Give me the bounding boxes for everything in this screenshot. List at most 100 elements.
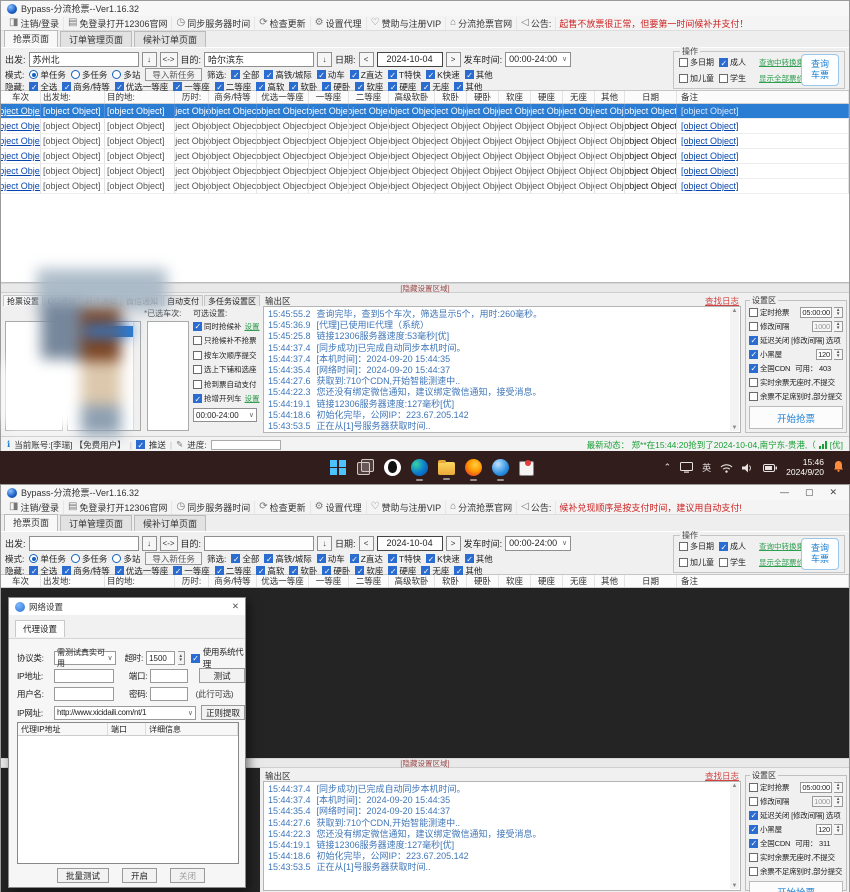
table-cell[interactable]: [object Object] <box>389 104 435 118</box>
column-header[interactable]: 优选一等座 <box>257 575 309 587</box>
scrollbar[interactable] <box>133 322 140 430</box>
system-proxy-checkbox[interactable] <box>191 654 200 663</box>
checkbox-icon[interactable] <box>289 566 298 575</box>
table-cell[interactable]: [object Object] <box>175 164 209 178</box>
table-cell[interactable]: [object Object] <box>175 179 209 193</box>
table-cell[interactable]: [object Object] <box>531 134 563 148</box>
table-cell[interactable]: [object Object] <box>595 149 625 163</box>
column-header[interactable]: 日期 <box>625 575 677 587</box>
table-cell[interactable]: [object Object] <box>389 149 435 163</box>
maximize-button[interactable]: ▢ <box>805 487 814 498</box>
blackroom-value[interactable]: 120 <box>816 824 832 835</box>
checkbox-icon[interactable] <box>749 867 758 876</box>
table-cell[interactable]: [object Object] <box>563 179 595 193</box>
table-cell[interactable]: [object Object] <box>435 134 467 148</box>
table-cell[interactable]: [object Object] <box>41 119 105 133</box>
radio-single-task[interactable]: 单任务 <box>29 69 66 81</box>
dialog-title-bar[interactable]: 网络设置 ✕ <box>9 598 245 615</box>
query-tickets-button[interactable]: 查询车票 <box>801 54 839 86</box>
checkbox-icon[interactable] <box>749 378 758 387</box>
dialog-close-icon[interactable]: ✕ <box>232 601 239 612</box>
checkbox-icon[interactable] <box>193 365 202 374</box>
from-input[interactable] <box>29 536 139 551</box>
bypass-app-icon[interactable] <box>519 461 534 476</box>
checkbox-icon[interactable] <box>749 322 758 331</box>
table-cell[interactable]: [object Object] <box>625 164 677 178</box>
swap-stations-button[interactable]: <-> <box>160 52 178 67</box>
checkbox-icon[interactable] <box>749 364 758 373</box>
column-header[interactable]: 硬卧 <box>467 91 499 103</box>
checkbox-icon[interactable] <box>388 70 397 79</box>
menu-item[interactable]: ▤ 免登录打开12306官网 <box>64 17 172 30</box>
radio-multi-task[interactable]: 多任务 <box>71 69 108 81</box>
table-cell[interactable]: [object Object] <box>209 164 257 178</box>
table-cell[interactable]: [object Object] <box>309 134 349 148</box>
option-settings-link[interactable]: 设置 <box>245 393 260 404</box>
partial-submit-row[interactable]: 余票不足席别时,部分提交 <box>749 864 843 878</box>
settings-tab[interactable]: 微信通知 <box>122 295 162 306</box>
train-type-filter[interactable]: 动车 <box>317 553 345 565</box>
menu-item[interactable]: ⟳ 检查更新 <box>255 17 310 30</box>
child-checkbox[interactable]: 加儿童 <box>679 73 715 84</box>
table-cell[interactable]: [object Object] <box>41 134 105 148</box>
spinner-icon[interactable]: ▲▼ <box>834 307 843 318</box>
radio-icon[interactable] <box>71 554 80 563</box>
blackroom-row[interactable]: 小黑屋120▲▼ <box>749 822 843 836</box>
date-input[interactable]: 2024-10-04 <box>377 536 443 551</box>
menu-item[interactable]: ◁ 公告: <box>517 501 556 514</box>
table-cell[interactable]: [object Object] <box>499 119 531 133</box>
qq-icon[interactable] <box>384 459 401 476</box>
column-header[interactable]: 高级软卧 <box>389 91 435 103</box>
checkbox-icon[interactable] <box>749 825 758 834</box>
checkbox-icon[interactable] <box>256 82 265 91</box>
start-button-icon[interactable] <box>330 459 347 476</box>
depart-time-select[interactable]: 00:00-24:00∨ <box>505 52 571 67</box>
spinner-icon[interactable]: ▲▼ <box>834 796 843 807</box>
radio-icon[interactable] <box>29 554 38 563</box>
blackroom-row[interactable]: 小黑屋120▲▼ <box>749 347 843 361</box>
column-header[interactable]: 其他 <box>595 575 625 587</box>
table-cell[interactable]: [object Object] <box>499 104 531 118</box>
table-cell[interactable]: [object Object] <box>1 104 41 118</box>
column-header[interactable]: 其他 <box>595 91 625 103</box>
proxy-column-header[interactable]: 端口 <box>108 723 146 735</box>
checkbox-icon[interactable] <box>749 308 758 317</box>
menu-item[interactable]: ◁ 公告: <box>517 17 556 30</box>
no-seat-row[interactable]: 实时余票无座时,不提交 <box>749 375 843 389</box>
checkbox-icon[interactable] <box>193 336 202 345</box>
wifi-icon[interactable] <box>720 463 733 473</box>
table-cell[interactable]: [object Object] <box>105 179 175 193</box>
column-header[interactable]: 历时: <box>175 575 209 587</box>
search-log-link[interactable]: 查找日志 <box>705 770 739 781</box>
table-cell[interactable]: [object Object] <box>677 134 849 148</box>
checkbox-icon[interactable] <box>749 783 758 792</box>
table-row[interactable]: [object Object][object Object][object Ob… <box>1 164 849 179</box>
table-cell[interactable]: [object Object] <box>105 134 175 148</box>
proxy-column-header[interactable]: 详细信息 <box>146 723 238 735</box>
search-log-link[interactable]: 查找日志 <box>705 295 739 306</box>
column-header[interactable]: 无座 <box>563 91 595 103</box>
table-cell[interactable]: [object Object] <box>209 149 257 163</box>
depart-time-select[interactable]: 00:00-24:00∨ <box>505 536 571 551</box>
table-cell[interactable]: [object Object] <box>257 104 309 118</box>
column-header[interactable]: 一等座 <box>309 91 349 103</box>
checkbox-icon[interactable] <box>355 566 364 575</box>
tab-waitlist-orders[interactable]: 候补订单页面 <box>134 515 206 531</box>
checkbox-icon[interactable] <box>193 394 202 403</box>
checkbox-icon[interactable] <box>388 82 397 91</box>
date-next-button[interactable]: > <box>446 52 461 67</box>
checkbox-icon[interactable] <box>426 554 435 563</box>
checkbox-icon[interactable] <box>749 797 758 806</box>
settings-tab[interactable]: 自动支付 <box>163 295 203 306</box>
checkbox-icon[interactable] <box>749 853 758 862</box>
menu-item[interactable]: ♡ 赞助与注册VIP <box>367 17 446 30</box>
table-cell[interactable]: [object Object] <box>1 134 41 148</box>
table-cell[interactable]: [object Object] <box>595 164 625 178</box>
firefox-icon[interactable] <box>465 459 482 476</box>
adult-checkbox[interactable]: 成人 <box>719 541 755 552</box>
table-cell[interactable]: [object Object] <box>1 164 41 178</box>
option-row[interactable]: 按车次顺序提交 <box>193 348 259 363</box>
checkbox-icon[interactable] <box>421 566 430 575</box>
table-cell[interactable]: [object Object] <box>41 104 105 118</box>
start-grab-button[interactable]: 开始抢票 <box>749 406 843 429</box>
